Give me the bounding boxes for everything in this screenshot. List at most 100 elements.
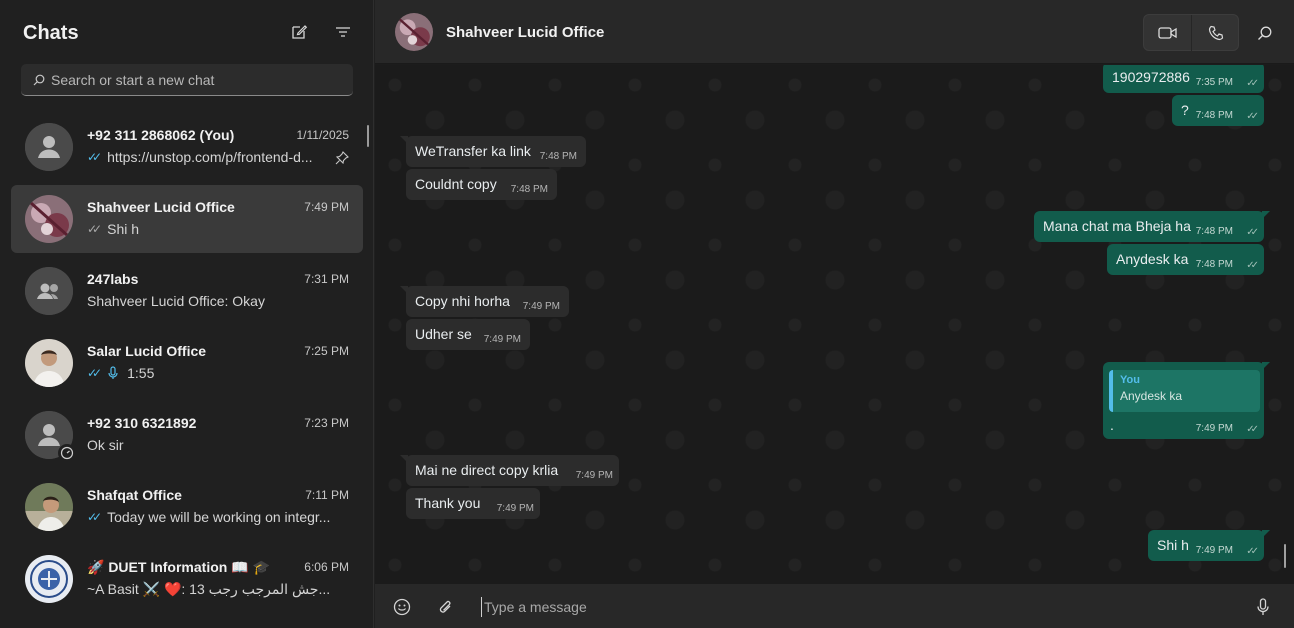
conversation-title[interactable]: Shahveer Lucid Office <box>446 24 604 41</box>
microphone-icon <box>108 366 118 379</box>
message-incoming[interactable]: Couldnt copy 7:48 PM <box>406 169 557 200</box>
chat-time: 7:23 PM <box>304 416 349 430</box>
double-check-icon: ✓✓ <box>87 510 102 524</box>
disappearing-timer-icon <box>58 444 76 462</box>
double-check-icon: ✓✓ <box>87 150 102 164</box>
search-icon <box>33 74 45 85</box>
message-time: 7:35 PM <box>1195 77 1233 88</box>
conversation-avatar[interactable] <box>395 13 433 51</box>
emoji-icon[interactable] <box>391 596 413 618</box>
chat-name: +92 310 6321892 <box>87 415 197 431</box>
chat-preview-text: Shi h <box>107 221 140 237</box>
messages-scrollbar[interactable] <box>1284 544 1286 568</box>
chat-time: 6:06 PM <box>304 560 349 574</box>
chat-preview-text: Shahveer Lucid Office: Okay <box>87 293 265 309</box>
double-check-icon: ✓✓ <box>87 366 102 380</box>
chat-name: +92 311 2868062 (You) <box>87 127 235 143</box>
message-text: Thank you <box>415 495 481 511</box>
group-logo-avatar <box>25 555 73 603</box>
message-text: WeTransfer ka link <box>415 143 531 159</box>
sidebar-header: Chats <box>0 0 374 64</box>
message-input[interactable] <box>481 597 1241 617</box>
message-text: Copy nhi horha <box>415 293 510 309</box>
pin-icon <box>335 151 349 168</box>
message-text: Mana chat ma Bheja ha <box>1043 218 1191 234</box>
chat-sidebar: Chats +92 311 2868062 (You) 1/11/2025 ✓✓… <box>0 0 374 628</box>
microphone-icon[interactable] <box>1252 596 1274 618</box>
double-check-icon: ✓✓ <box>1246 78 1259 89</box>
quoted-author: You <box>1120 374 1140 386</box>
message-text: 1902972886 <box>1112 69 1190 85</box>
message-time: 7:49 PM <box>496 503 534 514</box>
message-time: 7:48 PM <box>539 151 577 162</box>
chat-item-shahveer[interactable]: Shahveer Lucid Office 7:49 PM ✓✓ Shi h <box>11 185 363 253</box>
contact-avatar <box>25 483 73 531</box>
contact-avatar <box>25 195 73 243</box>
double-check-icon: ✓✓ <box>87 222 102 236</box>
message-text: . <box>1110 417 1114 433</box>
chat-name: 247labs <box>87 271 139 287</box>
chat-preview: ✓✓ https://unstop.com/p/frontend-d... <box>87 149 313 165</box>
search-input[interactable] <box>51 71 331 88</box>
filter-icon[interactable] <box>332 21 354 43</box>
message-list[interactable]: 1902972886 7:35 PM ✓✓ ? 7:48 PM ✓✓ WeTra… <box>375 65 1294 584</box>
double-check-icon: ✓✓ <box>1246 424 1259 435</box>
chat-time: 7:49 PM <box>304 200 349 214</box>
message-composer <box>375 584 1294 628</box>
message-text: Couldnt copy <box>415 176 497 192</box>
message-outgoing[interactable]: ? 7:48 PM ✓✓ <box>1172 95 1264 126</box>
message-outgoing-reply[interactable]: You Anydesk ka . 7:49 PM ✓✓ <box>1103 362 1270 439</box>
chat-preview-text: https://unstop.com/p/frontend-d... <box>107 149 313 165</box>
message-incoming[interactable]: Udher se 7:49 PM <box>406 319 530 350</box>
chat-item-unknown-number[interactable]: +92 310 6321892 7:23 PM Ok sir <box>11 401 363 469</box>
message-text: Mai ne direct copy krlia <box>415 462 559 478</box>
message-time: 7:49 PM <box>1195 545 1233 556</box>
message-time: 7:48 PM <box>510 184 548 195</box>
sidebar-title: Chats <box>23 22 79 44</box>
message-outgoing[interactable]: Anydesk ka 7:48 PM ✓✓ <box>1107 244 1264 275</box>
chat-name: Shafqat Office <box>87 487 182 503</box>
attach-icon[interactable] <box>435 596 457 618</box>
contact-avatar <box>25 339 73 387</box>
voice-call-icon[interactable] <box>1192 15 1240 51</box>
group-avatar-icon <box>25 267 73 315</box>
message-time: 7:49 PM <box>575 470 613 481</box>
chat-list: +92 311 2868062 (You) 1/11/2025 ✓✓ https… <box>11 113 363 617</box>
chat-preview: ~A Basit ⚔️ ❤️: 13 جش المرجب رجب... <box>87 581 330 598</box>
message-incoming[interactable]: Thank you 7:49 PM <box>406 488 540 519</box>
message-text: Udher se <box>415 326 472 342</box>
message-text: Anydesk ka <box>1116 251 1189 267</box>
chat-preview: ✓✓ Today we will be working on integr... <box>87 509 330 525</box>
chat-item-shafqat[interactable]: Shafqat Office 7:11 PM ✓✓ Today we will … <box>11 473 363 541</box>
sidebar-scrollbar[interactable] <box>367 125 369 147</box>
message-incoming[interactable]: WeTransfer ka link 7:48 PM <box>400 136 586 167</box>
double-check-icon: ✓✓ <box>1246 111 1259 122</box>
chat-name: Salar Lucid Office <box>87 343 207 359</box>
quoted-message[interactable]: You Anydesk ka <box>1109 370 1260 412</box>
chat-time: 7:25 PM <box>304 344 349 358</box>
message-outgoing[interactable]: Mana chat ma Bheja ha 7:48 PM ✓✓ <box>1034 211 1270 242</box>
new-chat-icon[interactable] <box>288 21 310 43</box>
chat-preview-text: ~A Basit ⚔️ ❤️: 13 جش المرجب رجب... <box>87 581 331 597</box>
chat-item-salar[interactable]: Salar Lucid Office 7:25 PM ✓✓ 1:55 <box>11 329 363 397</box>
message-incoming[interactable]: Copy nhi horha 7:49 PM <box>400 286 569 317</box>
chat-item-self[interactable]: +92 311 2868062 (You) 1/11/2025 ✓✓ https… <box>11 113 363 181</box>
video-call-icon[interactable] <box>1144 15 1192 51</box>
chat-preview: ✓✓ Shi h <box>87 221 139 237</box>
double-check-icon: ✓✓ <box>1246 546 1259 557</box>
search-messages-icon[interactable] <box>1253 22 1275 44</box>
chat-preview: Shahveer Lucid Office: Okay <box>87 293 265 309</box>
chat-time: 7:31 PM <box>304 272 349 286</box>
chat-item-duet-information[interactable]: 🚀 DUET Information 📖 🎓 6:06 PM ~A Basit … <box>11 545 363 613</box>
message-text: ? <box>1181 102 1189 118</box>
message-outgoing[interactable]: Shi h 7:49 PM ✓✓ <box>1148 530 1270 561</box>
chat-time: 1/11/2025 <box>296 128 350 142</box>
chat-name: 🚀 DUET Information 📖 🎓 <box>87 559 270 575</box>
search-bar[interactable] <box>21 64 353 96</box>
message-outgoing[interactable]: 1902972886 7:35 PM ✓✓ <box>1103 65 1264 93</box>
message-incoming[interactable]: Mai ne direct copy krlia 7:49 PM <box>400 455 619 486</box>
message-time: 7:49 PM <box>522 301 560 312</box>
message-time: 7:49 PM <box>483 334 521 345</box>
chat-item-247labs[interactable]: 247labs 7:31 PM Shahveer Lucid Office: O… <box>11 257 363 325</box>
message-time: 7:48 PM <box>1195 110 1233 121</box>
